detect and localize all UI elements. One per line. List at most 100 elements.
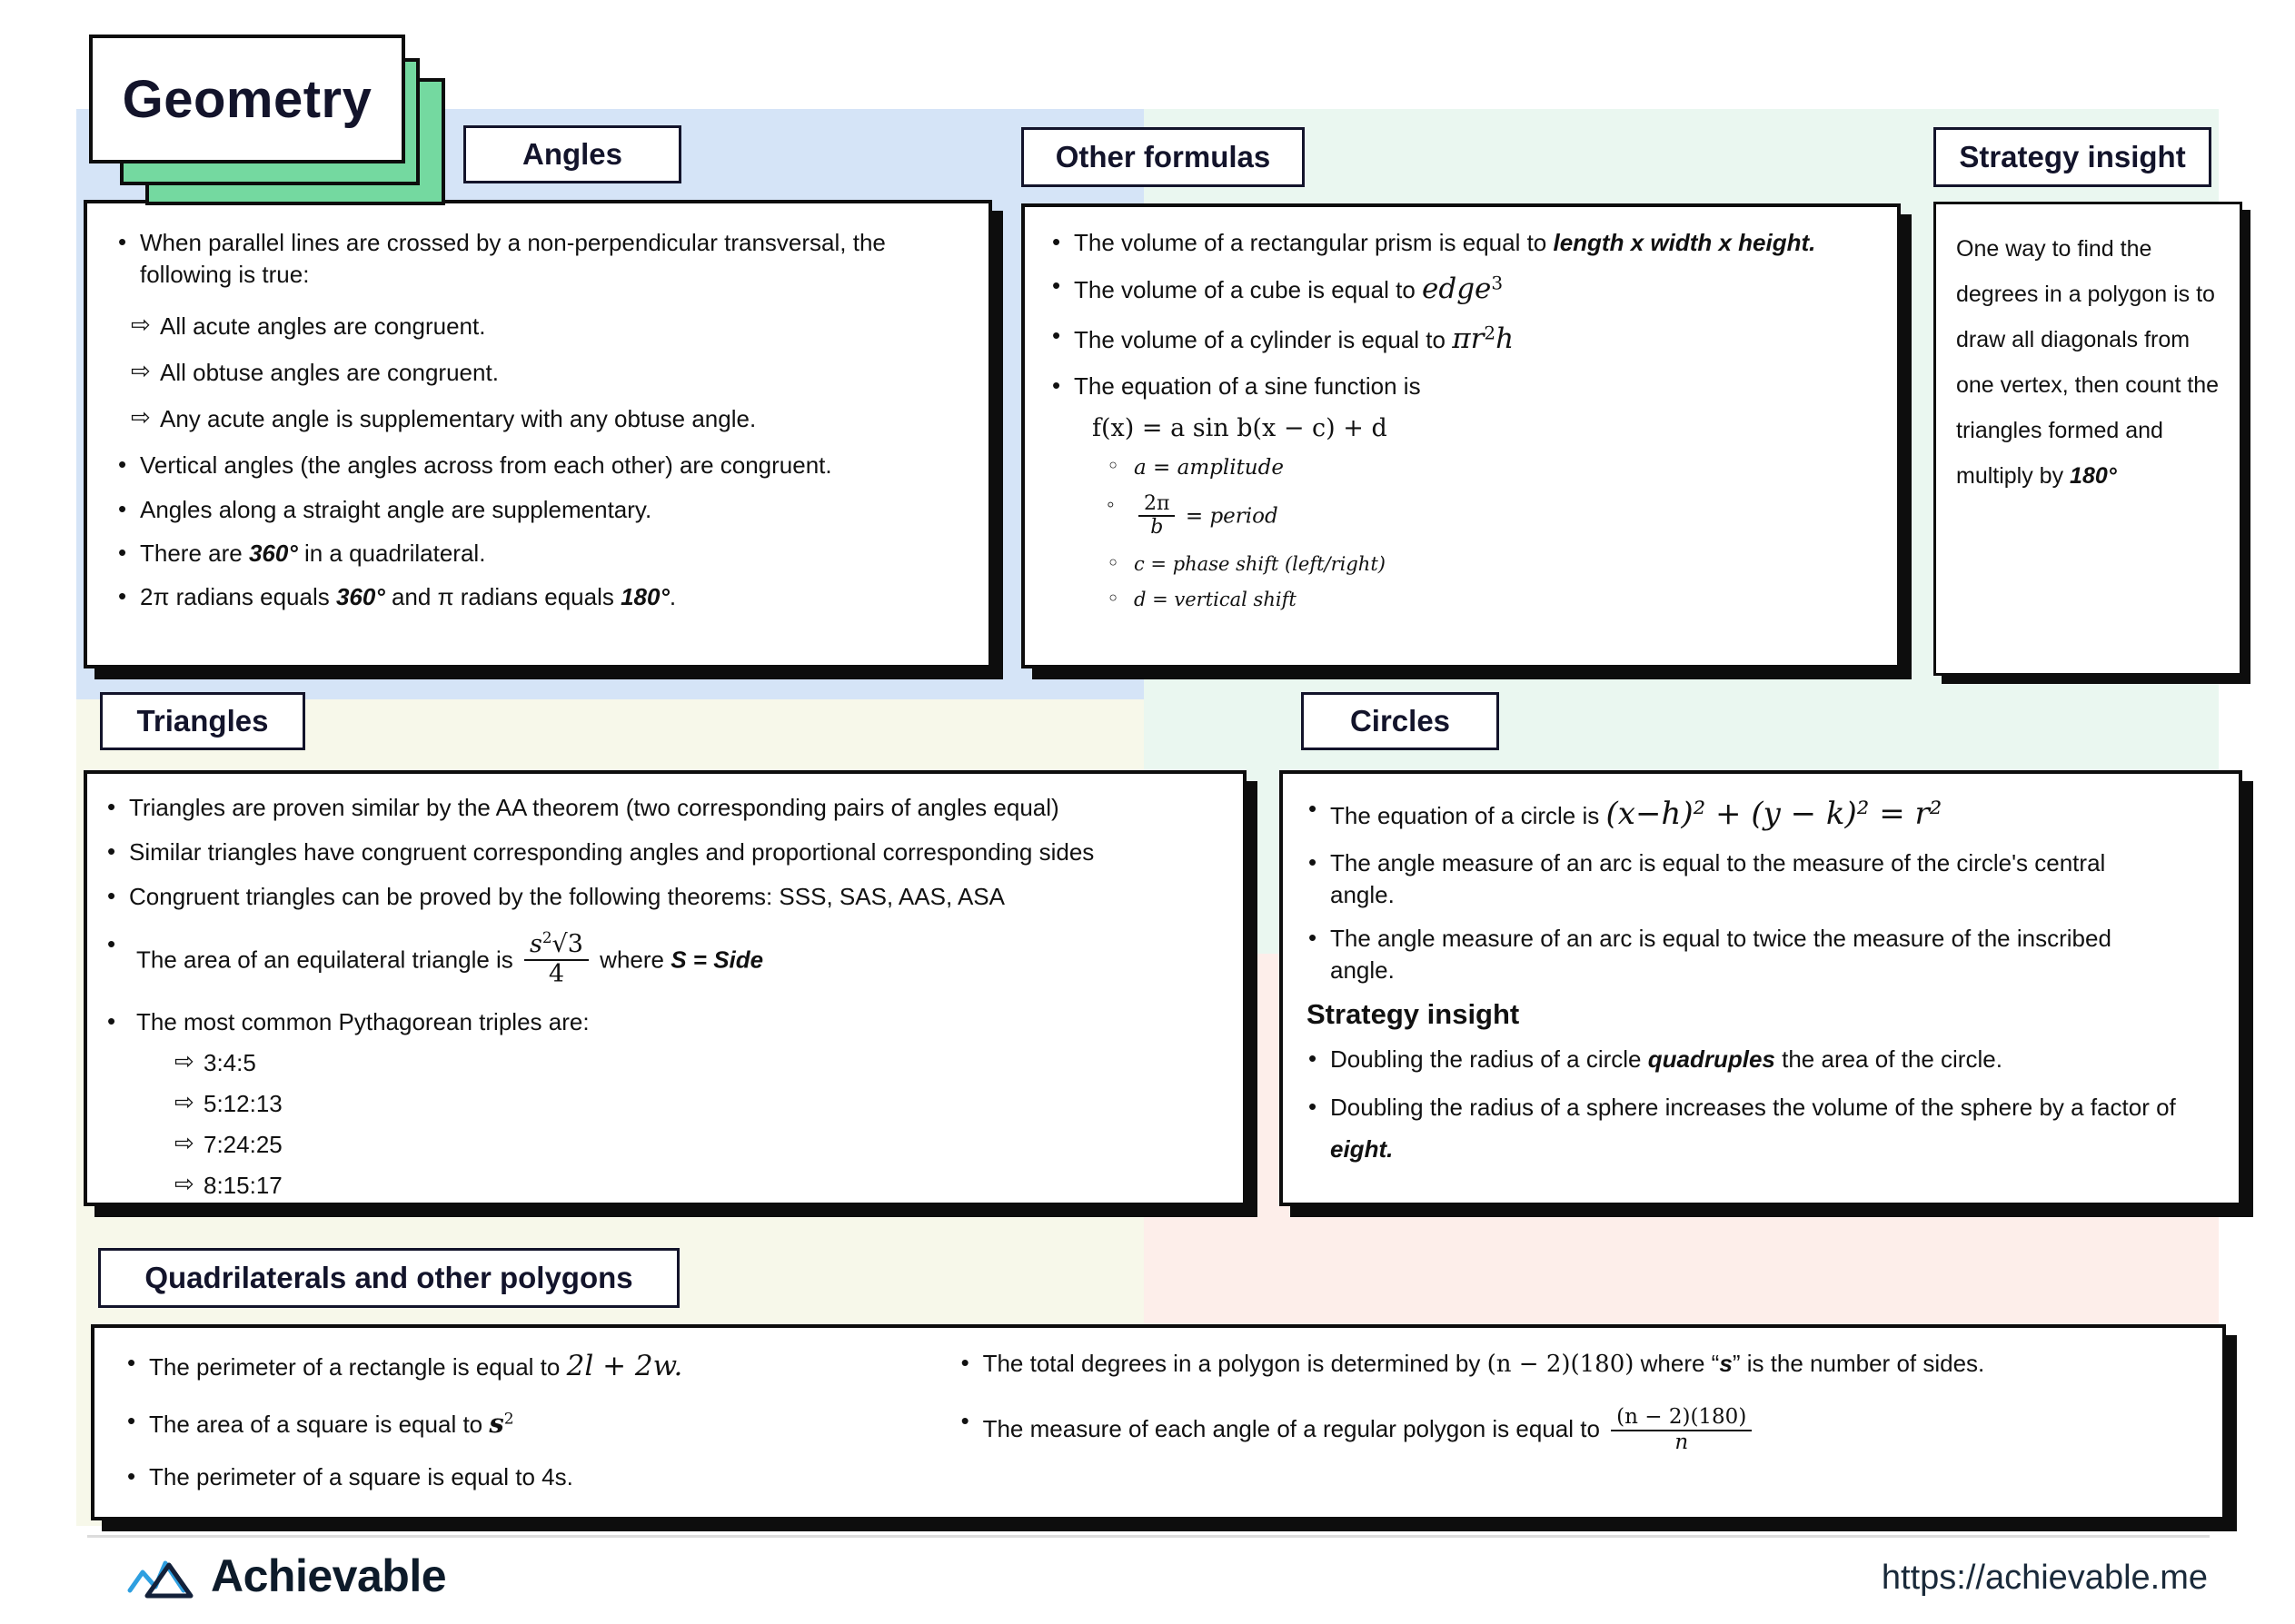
angles-bullet-list: Vertical angles (the angles across from … [107, 449, 961, 613]
cylinder-h: h [1495, 322, 1515, 355]
other-formulas-list: The volume of a rectangular prism is equ… [1041, 226, 1875, 402]
strategy-insight-top-body: One way to find the degrees in a polygon… [1936, 204, 2240, 520]
period-label: = period [1185, 504, 1278, 529]
area-numerator: s2√3 [524, 928, 589, 961]
pythagorean-triple: 5:12:13 [167, 1086, 1219, 1120]
panel-angles: When parallel lines are crossed by a non… [84, 200, 992, 668]
sine-param-period: 2π b = period [1092, 490, 1875, 540]
cylinder-pi-r: πr [1452, 322, 1485, 355]
formula-cylinder: The volume of a cylinder is equal to πr2… [1041, 320, 1875, 359]
cube-exponent: 3 [1491, 272, 1504, 294]
panel-quadrilaterals: The perimeter of a rectangle is equal to… [91, 1324, 2226, 1520]
total-variable: s [1719, 1350, 1733, 1377]
triangles-list: Triangles are proven similar by the AA t… [96, 791, 1219, 1038]
quad-suffix: in a quadrilateral. [297, 539, 486, 567]
circles-strategy-item-2: Doubling the radius of a sphere increase… [1297, 1086, 2215, 1170]
area-denominator: 4 [548, 959, 565, 988]
angles-intro-item: When parallel lines are crossed by a non… [107, 226, 961, 291]
section-tag-quadrilaterals: Quadrilaterals and other polygons [98, 1248, 680, 1308]
sine-equation: f(x) = a sin b(x − c) + d [1092, 413, 1387, 442]
section-tag-triangles-label: Triangles [136, 704, 269, 738]
strategy-2-prefix: Doubling the radius of a sphere increase… [1330, 1094, 2176, 1122]
sine-param-phase: c = phase shift (left/right) [1092, 550, 1875, 579]
quad-square-perimeter: The perimeter of a square is equal to 4s… [116, 1461, 950, 1493]
angles-sub-item: Any acute angle is supplementary with an… [124, 401, 961, 435]
strategy-2-value: eight. [1330, 1134, 1394, 1163]
strategy-insight-top-value: 180° [2070, 463, 2117, 489]
strategy-1-prefix: Doubling the radius of a circle [1330, 1045, 1648, 1074]
area-where-value: S = Side [671, 946, 764, 974]
quad-total-degrees: The total degrees in a polygon is determ… [950, 1347, 2201, 1381]
sine-param-amplitude: a = amplitude [1092, 452, 1875, 482]
section-tag-circles-label: Circles [1349, 704, 1451, 738]
angles-sub-item: All acute angles are congruent. [124, 309, 961, 342]
achievable-mountain-icon [127, 1560, 194, 1599]
rect-value: 2l + 2w. [566, 1350, 683, 1382]
prism-prefix: The volume of a rectangular prism is equ… [1074, 229, 1554, 256]
pythagorean-triple: 8:15:17 [167, 1168, 1219, 1202]
footer-url: https://achievable.me [1881, 1559, 2208, 1597]
triangles-bullet: Triangles are proven similar by the AA t… [96, 791, 1219, 824]
quad-value: 360° [248, 539, 298, 567]
period-denominator: b [1150, 516, 1164, 540]
quad-square-area: The area of a square is equal to s2 [116, 1405, 950, 1441]
formula-cube: The volume of a cube is equal to edge3 [1041, 270, 1875, 309]
angles-bullet-quadrilateral: There are 360° in a quadrilateral. [107, 537, 961, 569]
section-tag-circles: Circles [1301, 692, 1499, 750]
regular-prefix: The measure of each angle of a regular p… [982, 1415, 1607, 1443]
quadrilaterals-right-list: The total degrees in a polygon is determ… [950, 1347, 2201, 1455]
circle-equation: (x−h)² + (y − k)² = r² [1605, 796, 1942, 832]
section-tag-strategy-insight-top-label: Strategy insight [1959, 140, 2186, 173]
angles-intro-list: When parallel lines are crossed by a non… [107, 226, 961, 291]
title-card: Geometry [89, 35, 405, 163]
radians-mid: and π radians equals [384, 582, 621, 610]
circles-strategy-list: Doubling the radius of a circle quadrupl… [1297, 1043, 2215, 1170]
cylinder-exponent: 2 [1484, 322, 1496, 344]
quad-prefix: There are [140, 539, 249, 567]
pythagorean-triple: 3:4:5 [167, 1045, 1219, 1079]
circles-bullet: The angle measure of an arc is equal to … [1297, 847, 2215, 911]
sine-param-vertical: d = vertical shift [1092, 585, 1875, 614]
area-exponent: 2 [541, 928, 552, 947]
radians-prefix: 2π radians equals [140, 582, 336, 610]
angles-bullet-radians: 2π radians equals 360° and π radians equ… [107, 580, 961, 613]
triangles-area-formula: The area of an equilateral triangle is s… [96, 928, 1219, 988]
circle-equation-item: The equation of a circle is (x−h)² + (y … [1297, 793, 2215, 836]
panel-strategy-insight-top: One way to find the degrees in a polygon… [1933, 202, 2242, 676]
cube-prefix: The volume of a cube is equal to [1074, 276, 1423, 304]
square-area-exponent: 2 [503, 1410, 514, 1429]
radians-suffix: . [669, 582, 677, 610]
quad-regular-polygon-angle: The measure of each angle of a regular p… [950, 1405, 2201, 1455]
section-tag-quadrilaterals-label: Quadrilaterals and other polygons [144, 1261, 633, 1294]
section-tag-angles: Angles [463, 125, 681, 183]
radians-value-180: 180° [621, 582, 670, 610]
cube-value: edge [1422, 272, 1492, 306]
panel-circles: The equation of a circle is (x−h)² + (y … [1279, 770, 2242, 1206]
angles-bullet: Angles along a straight angle are supple… [107, 493, 961, 526]
section-tag-strategy-insight-top: Strategy insight [1933, 127, 2211, 187]
pythagorean-triple: 7:24:25 [167, 1127, 1219, 1161]
triangles-bullet: Similar triangles have congruent corresp… [96, 836, 1219, 868]
rect-prefix: The perimeter of a rectangle is equal to [149, 1353, 567, 1381]
angles-sub-item: All obtuse angles are congruent. [124, 355, 961, 389]
formula-sine-label: The equation of a sine function is [1041, 370, 1875, 402]
regular-numerator: (n − 2)(180) [1611, 1405, 1753, 1431]
circles-strategy-heading: Strategy insight [1306, 998, 1520, 1031]
square-area-value: s [489, 1407, 504, 1439]
triangles-triples-label: The most common Pythagorean triples are: [96, 1005, 1219, 1038]
total-formula: (n − 2)(180) [1486, 1351, 1634, 1378]
panel-other-formulas: The volume of a rectangular prism is equ… [1021, 203, 1901, 668]
section-tag-triangles: Triangles [100, 692, 305, 750]
circles-list: The equation of a circle is (x−h)² + (y … [1297, 793, 2215, 986]
brand-name: Achievable [211, 1550, 447, 1601]
circles-bullet: The angle measure of an arc is equal to … [1297, 922, 2215, 986]
area-root: √3 [551, 930, 583, 959]
circle-equation-prefix: The equation of a circle is [1330, 802, 1606, 829]
area-where-label: where [600, 946, 671, 974]
section-tag-other-formulas: Other formulas [1021, 127, 1305, 187]
total-suffix: ” is the number of sides. [1732, 1350, 1985, 1377]
strategy-1-value: quadruples [1647, 1045, 1775, 1074]
section-tag-angles-label: Angles [522, 137, 623, 171]
quad-rectangle-perimeter: The perimeter of a rectangle is equal to… [116, 1347, 950, 1386]
period-numerator: 2π [1138, 492, 1176, 518]
